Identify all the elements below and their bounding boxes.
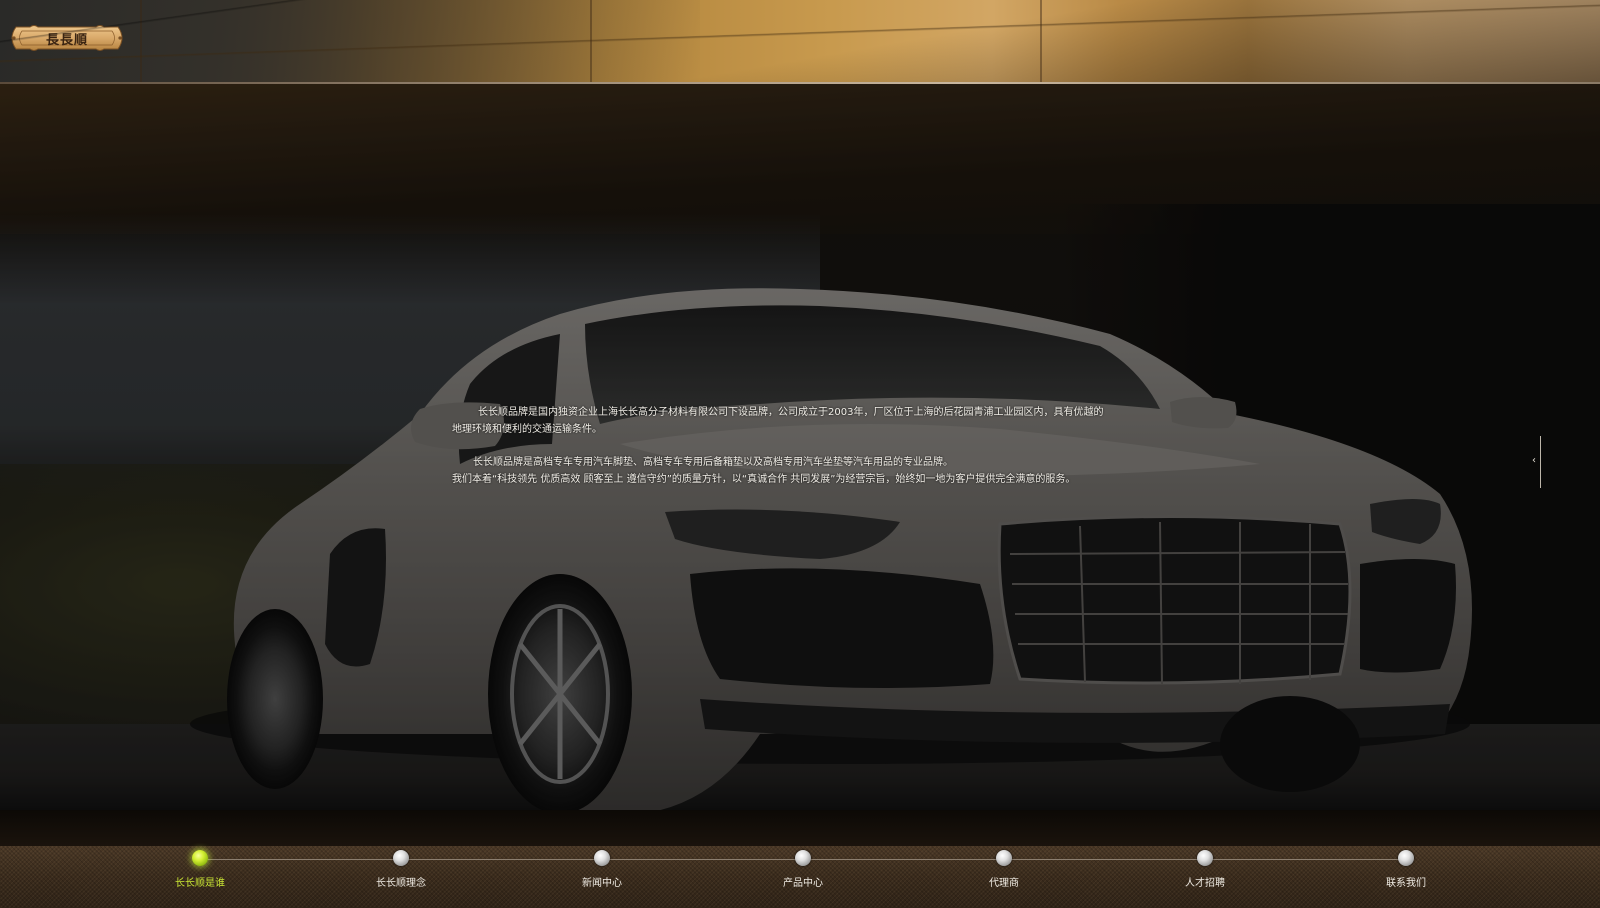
nav-item-label: 新闻中心 [582,878,622,889]
nav-dot-active-icon [192,850,208,866]
chevron-left-icon: ‹ [1532,455,1536,466]
footer-shadow-band [0,810,1600,846]
nav-item-label: 代理商 [989,878,1019,889]
nav-item-label: 产品中心 [783,878,823,889]
intro-paragraph-2-line-1: 长长顺品牌是高档专车专用汽车脚垫、高档专车专用后备箱垫以及高档专用汽车坐垫等汽车… [473,457,953,468]
logo-text: 長長順 [45,32,88,48]
nav-item-label: 长长顺是谁 [175,878,225,889]
nav-item-5[interactable]: 代理商 [944,849,1064,901]
header-banner: 長長順 [0,0,1600,82]
nav-dot-icon [795,850,811,866]
nav-item-4[interactable]: 产品中心 [743,849,863,901]
nav-dot-icon [594,850,610,866]
nav-dot-icon [996,850,1012,866]
intro-paragraph-1: 长长顺品牌是国内独资企业上海长长高分子材料有限公司下设品牌，公司成立于2003年… [452,407,1104,435]
nav-item-2[interactable]: 长长顺理念 [341,849,461,901]
nav-item-3[interactable]: 新闻中心 [542,849,662,901]
nav-item-label: 长长顺理念 [376,878,426,889]
logo-badge-icon [11,25,123,51]
company-intro: 长长顺品牌是国内独资企业上海长长高分子材料有限公司下设品牌，公司成立于2003年… [452,404,1112,488]
intro-paragraph-2-line-2: 我们本着“科技领先 优质高效 顾客至上 遵信守约”的质量方针，以“真诚合作 共同… [452,474,1076,485]
nav-item-label: 人才招聘 [1185,878,1225,889]
nav-item-6[interactable]: 人才招聘 [1145,849,1265,901]
nav-item-7[interactable]: 联系我们 [1346,849,1466,901]
nav-item-1[interactable]: 长长顺是谁 [140,849,260,901]
nav-dot-icon [1398,850,1414,866]
logo[interactable]: 長長順 [8,23,126,53]
page: 長長順 长长顺品牌是国内独资企业上海长长高分子材料有限公司下设品牌，公司成立于2… [0,0,1600,908]
nav-dot-icon [393,850,409,866]
nav-item-label: 联系我们 [1386,878,1426,889]
side-panel-toggle[interactable]: ‹ [1528,436,1541,488]
nav-dot-icon [1197,850,1213,866]
